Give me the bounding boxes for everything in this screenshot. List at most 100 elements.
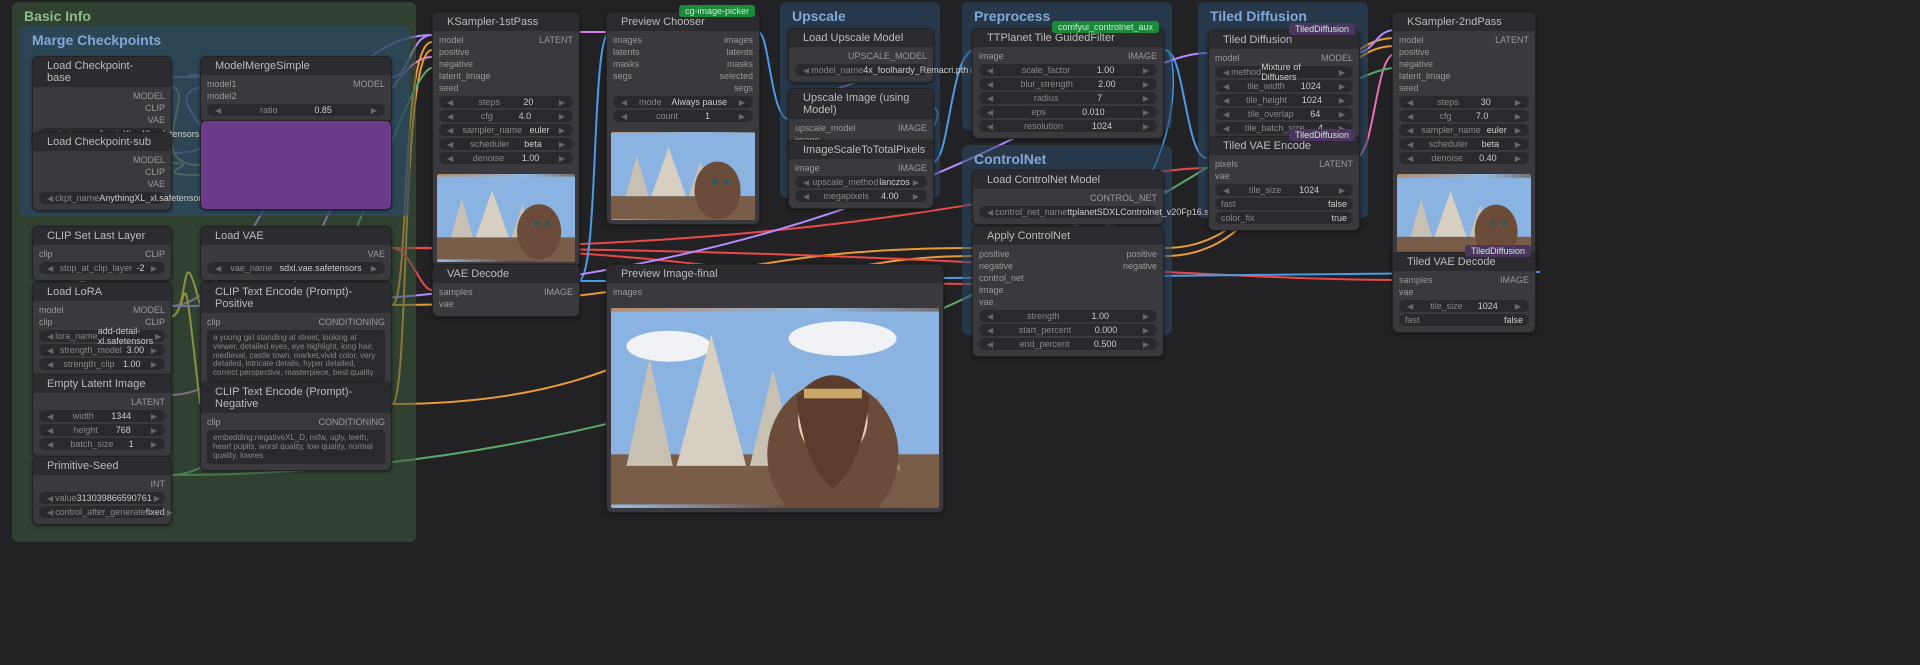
input-latents[interactable]: latents (613, 47, 640, 57)
node-empty-latent-image[interactable]: Empty Latent Image LATENT ◀width1344▶ ◀h… (32, 374, 172, 457)
node-clip-text-encode-negative[interactable]: CLIP Text Encode (Prompt)-Negative clipC… (200, 382, 392, 471)
widget-control-net-name[interactable]: ◀control_net_namettplanetSDXLControlnet_… (979, 206, 1157, 218)
input-seed[interactable]: seed (439, 83, 459, 93)
output-latent[interactable]: LATENT (1495, 35, 1529, 45)
widget-ckpt-name[interactable]: ◀ckpt_nameAnythingXL_xl.safetensors▶ (39, 192, 165, 204)
input-clip[interactable]: clip (207, 317, 221, 327)
node-load-vae[interactable]: Load VAE VAE ◀vae_namesdxl.vae.safetenso… (200, 226, 392, 281)
node-tiled-vae-encode[interactable]: TiledDiffusion Tiled VAE Encode pixelsLA… (1208, 136, 1360, 231)
widget-denoise[interactable]: ◀denoise0.40▶ (1399, 152, 1529, 164)
widget-value[interactable]: ◀value313039866590761▶ (39, 492, 165, 504)
input-vae[interactable]: vae (1399, 287, 1414, 297)
output-latent[interactable]: LATENT (539, 35, 573, 45)
widget-cfg[interactable]: ◀cfg4.0▶ (439, 110, 573, 122)
widget-tile-overlap[interactable]: ◀tile_overlap64▶ (1215, 108, 1353, 120)
input-pixels[interactable]: pixels (1215, 159, 1238, 169)
node-model-merge-simple[interactable]: ModelMergeSimple model1MODEL model2 ◀rat… (200, 56, 392, 123)
input-images[interactable]: images (613, 287, 642, 297)
node-load-upscale-model[interactable]: Load Upscale Model UPSCALE_MODEL ◀model_… (788, 28, 934, 83)
node-reroute[interactable] (200, 120, 392, 210)
input-vae[interactable]: vae (1215, 171, 1230, 181)
widget-width[interactable]: ◀width1344▶ (39, 410, 165, 422)
node-load-checkpoint-sub[interactable]: Load Checkpoint-sub MODEL CLIP VAE ◀ckpt… (32, 132, 172, 211)
widget-sampler-name[interactable]: ◀sampler_nameeuler▶ (1399, 124, 1529, 136)
output-images[interactable]: images (724, 35, 753, 45)
node-vae-decode[interactable]: VAE Decode samplesIMAGE vae (432, 264, 580, 317)
output-image[interactable]: IMAGE (898, 163, 927, 173)
input-model1[interactable]: model1 (207, 79, 237, 89)
output-clip[interactable]: CLIP (145, 249, 165, 259)
widget-blur-strength[interactable]: ◀blur_strength2.00▶ (979, 78, 1157, 90)
output-latent[interactable]: LATENT (1319, 159, 1353, 169)
output-vae[interactable]: VAE (148, 179, 165, 189)
widget-count[interactable]: ◀count1▶ (613, 110, 753, 122)
output-conditioning[interactable]: CONDITIONING (319, 317, 386, 327)
widget-mode[interactable]: ◀modeAlways pause▶ (613, 96, 753, 108)
node-primitive-seed[interactable]: Primitive-Seed INT ◀value313039866590761… (32, 456, 172, 525)
widget-denoise[interactable]: ◀denoise1.00▶ (439, 152, 573, 164)
widget-strength-clip[interactable]: ◀strength_clip1.00▶ (39, 358, 165, 370)
widget-upscale-method[interactable]: ◀upscale_methodlanczos▶ (795, 176, 927, 188)
output-upscale-model[interactable]: UPSCALE_MODEL (848, 51, 927, 61)
input-clip[interactable]: clip (39, 317, 53, 327)
widget-tile-size[interactable]: ◀tile_size1024▶ (1399, 300, 1529, 312)
input-model[interactable]: model (439, 35, 464, 45)
node-load-controlnet-model[interactable]: Load ControlNet Model CONTROL_NET ◀contr… (972, 170, 1164, 225)
node-preview-chooser[interactable]: cg-image-picker Preview Chooser imagesim… (606, 12, 760, 225)
input-samples[interactable]: samples (439, 287, 473, 297)
output-int[interactable]: INT (151, 479, 166, 489)
output-conditioning[interactable]: CONDITIONING (319, 417, 386, 427)
widget-steps[interactable]: ◀steps30▶ (1399, 96, 1529, 108)
output-vae[interactable]: VAE (148, 115, 165, 125)
input-latent-image[interactable]: latent_image (439, 71, 491, 81)
output-masks[interactable]: masks (727, 59, 753, 69)
prompt-text[interactable]: embedding:negativeXL_D, nsfw, ugly, teet… (207, 430, 385, 464)
node-tiled-vae-decode[interactable]: TiledDiffusion Tiled VAE Decode samplesI… (1392, 252, 1536, 333)
prompt-text[interactable]: a young girl standing at street, looking… (207, 330, 385, 382)
widget-sampler-name[interactable]: ◀sampler_nameeuler▶ (439, 124, 573, 136)
input-segs[interactable]: segs (613, 71, 632, 81)
output-model[interactable]: MODEL (133, 91, 165, 101)
input-model[interactable]: model (1215, 53, 1240, 63)
output-clip[interactable]: CLIP (145, 167, 165, 177)
widget-fast[interactable]: fastfalse (1215, 198, 1353, 210)
input-seed[interactable]: seed (1399, 83, 1419, 93)
input-negative[interactable]: negative (979, 261, 1013, 271)
node-ksampler-2nd-pass[interactable]: KSampler-2ndPass modelLATENT positive ne… (1392, 12, 1536, 267)
widget-stop-layer[interactable]: ◀stop_at_clip_layer-2▶ (39, 262, 165, 274)
widget-megapixels[interactable]: ◀megapixels4.00▶ (795, 190, 927, 202)
widget-height[interactable]: ◀height768▶ (39, 424, 165, 436)
widget-start-percent[interactable]: ◀start_percent0.000▶ (979, 324, 1157, 336)
input-clip[interactable]: clip (207, 417, 221, 427)
output-model[interactable]: MODEL (133, 305, 165, 315)
widget-color-fix[interactable]: color_fixtrue (1215, 212, 1353, 224)
output-clip[interactable]: CLIP (145, 103, 165, 113)
widget-tile-height[interactable]: ◀tile_height1024▶ (1215, 94, 1353, 106)
output-image[interactable]: IMAGE (1128, 51, 1157, 61)
output-image[interactable]: IMAGE (544, 287, 573, 297)
widget-scheduler[interactable]: ◀schedulerbeta▶ (439, 138, 573, 150)
node-tiled-diffusion[interactable]: TiledDiffusion Tiled Diffusion modelMODE… (1208, 30, 1360, 141)
node-clip-set-last-layer[interactable]: CLIP Set Last Layer clipCLIP ◀stop_at_cl… (32, 226, 172, 281)
widget-radius[interactable]: ◀radius7▶ (979, 92, 1157, 104)
output-positive[interactable]: positive (1126, 249, 1157, 259)
output-latents[interactable]: latents (726, 47, 753, 57)
input-model[interactable]: model (1399, 35, 1424, 45)
widget-method[interactable]: ◀methodMixture of Diffusers▶ (1215, 66, 1353, 78)
input-positive[interactable]: positive (1399, 47, 1430, 57)
input-model[interactable]: model (39, 305, 64, 315)
node-ttplanet-tile-guidedfilter[interactable]: comfyui_controlnet_aux TTPlanet Tile Gui… (972, 28, 1164, 139)
node-load-lora[interactable]: Load LoRA modelMODEL clipCLIP ◀lora_name… (32, 282, 172, 377)
input-samples[interactable]: samples (1399, 275, 1433, 285)
input-image[interactable]: image (979, 285, 1004, 295)
output-image[interactable]: IMAGE (898, 123, 927, 133)
widget-vae-name[interactable]: ◀vae_namesdxl.vae.safetensors▶ (207, 262, 385, 274)
widget-eps[interactable]: ◀eps0.010▶ (979, 106, 1157, 118)
output-control-net[interactable]: CONTROL_NET (1090, 193, 1157, 203)
input-negative[interactable]: negative (1399, 59, 1433, 69)
widget-batch-size[interactable]: ◀batch_size1▶ (39, 438, 165, 450)
widget-scheduler[interactable]: ◀schedulerbeta▶ (1399, 138, 1529, 150)
widget-control-after-generate[interactable]: ◀control_after_generatefixed▶ (39, 506, 165, 518)
node-preview-image-final[interactable]: Preview Image-final images (606, 264, 944, 513)
widget-model-name[interactable]: ◀model_name4x_foolhardy_Remacri.pth▶ (795, 64, 927, 76)
